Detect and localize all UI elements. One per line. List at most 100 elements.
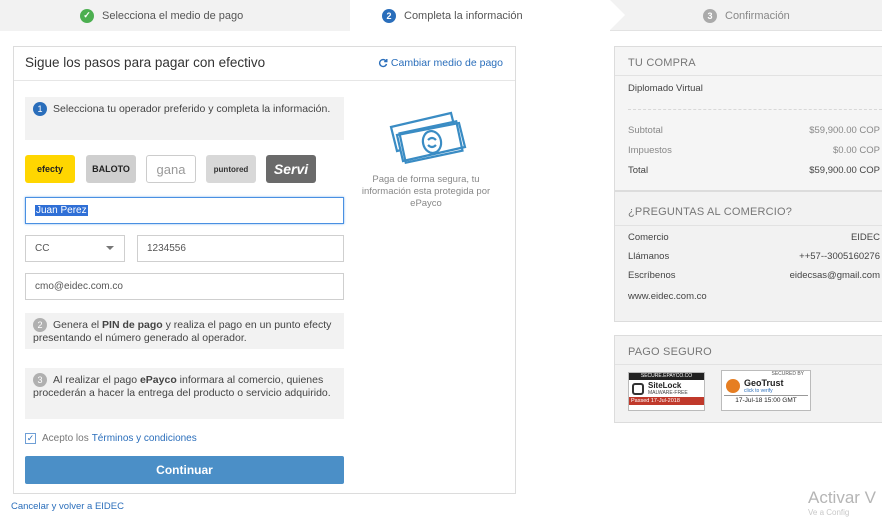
name-value: Juan Perez bbox=[35, 205, 88, 216]
checkout-progress-bar: ✓ Selecciona el medio de pago 2 Completa… bbox=[0, 0, 882, 31]
instruction-text-a: Genera el bbox=[53, 318, 103, 331]
instruction-text-a: Al realizar el pago bbox=[53, 373, 140, 386]
step-label: Selecciona el medio de pago bbox=[102, 9, 244, 22]
os-activation-watermark-sub: Ve a Config bbox=[808, 508, 850, 517]
continue-button[interactable]: Continuar bbox=[25, 456, 344, 484]
lock-icon bbox=[632, 382, 644, 395]
step-select-payment: ✓ Selecciona el medio de pago bbox=[0, 0, 350, 31]
badge-passed: Passed 17-Jul-2018 bbox=[629, 397, 704, 405]
os-activation-watermark: Activar V bbox=[808, 488, 877, 507]
operator-efecty[interactable]: efecty bbox=[25, 155, 75, 183]
row-value[interactable]: ++57--3005160276 bbox=[799, 251, 880, 262]
instruction-step-2: 2 Genera el PIN de pago y realiza el pago… bbox=[25, 313, 344, 349]
instruction-text-bold: ePayco bbox=[139, 373, 177, 386]
row-value: $59,900.00 COP bbox=[809, 125, 880, 136]
step-number: 3 bbox=[703, 8, 717, 23]
phone-row: Llámanos ++57--3005160276 bbox=[628, 251, 880, 262]
secure-payment: PAGO SEGURO SECURE.EPAYCO.CO SiteLock MA… bbox=[614, 335, 882, 423]
instruction-step-1: 1 Selecciona tu operador preferido y comp… bbox=[25, 97, 344, 140]
row-label: Subtotal bbox=[628, 125, 663, 136]
row-label: Comercio bbox=[628, 232, 669, 243]
refresh-icon bbox=[378, 58, 388, 68]
product-name: Diplomado Virtual bbox=[628, 83, 703, 94]
badge-brand: GeoTrust bbox=[744, 378, 784, 388]
operator-label: efecty bbox=[36, 164, 63, 174]
website-row: www.eidec.com.co bbox=[628, 291, 880, 302]
operator-servi[interactable]: Servi bbox=[266, 155, 316, 183]
step-label: Confirmación bbox=[725, 9, 790, 22]
email-row: Escríbenos eidecsas@gmail.com bbox=[628, 270, 880, 281]
cash-icon bbox=[389, 111, 467, 165]
secure-note: Paga de forma segura, tu información est… bbox=[361, 174, 491, 209]
badge-date: 17-Jul-18 15:00 GMT bbox=[724, 395, 808, 405]
accept-terms-row: ✓ Acepto los Términos y condiciones bbox=[25, 433, 197, 444]
name-field[interactable]: Juan Perez bbox=[25, 197, 344, 224]
document-type-value: CC bbox=[35, 243, 50, 254]
step-number-badge: 1 bbox=[33, 102, 47, 116]
merchant-contact: ¿PREGUNTAS AL COMERCIO? Comercio EIDEC L… bbox=[614, 191, 882, 322]
cash-payment-card: Sigue los pasos para pagar con efectivo … bbox=[13, 46, 516, 494]
badge-brand: SiteLock bbox=[648, 381, 682, 390]
row-value[interactable]: eidecsas@gmail.com bbox=[790, 270, 880, 281]
check-icon: ✓ bbox=[80, 8, 94, 23]
total-row: Total $59,900.00 COP bbox=[628, 165, 880, 176]
subtotal-row: Subtotal $59,900.00 COP bbox=[628, 125, 880, 136]
card-title: Sigue los pasos para pagar con efectivo bbox=[25, 55, 266, 70]
row-label: Escríbenos bbox=[628, 270, 676, 281]
step-number-badge: 2 bbox=[33, 318, 47, 332]
document-number-value: 1234556 bbox=[147, 243, 186, 254]
accept-terms-checkbox[interactable]: ✓ bbox=[25, 433, 36, 444]
operator-puntored[interactable]: puntored bbox=[206, 155, 256, 183]
instruction-text-bold: PIN de pago bbox=[102, 318, 163, 331]
product-row: Diplomado Virtual bbox=[628, 83, 880, 94]
row-label: Llámanos bbox=[628, 251, 670, 262]
purchase-summary: TU COMPRA Diplomado Virtual Subtotal $59… bbox=[614, 46, 882, 191]
change-payment-label: Cambiar medio de pago bbox=[390, 57, 503, 69]
divider bbox=[628, 109, 882, 110]
operator-label: puntored bbox=[213, 164, 249, 174]
purchase-heading: TU COMPRA bbox=[628, 57, 696, 69]
terms-link[interactable]: Términos y condiciones bbox=[92, 433, 197, 444]
website-link[interactable]: www.eidec.com.co bbox=[628, 291, 707, 302]
divider bbox=[14, 80, 515, 81]
change-payment-link[interactable]: Cambiar medio de pago bbox=[378, 57, 503, 69]
step-number-badge: 3 bbox=[33, 373, 47, 387]
sitelock-badge[interactable]: SECURE.EPAYCO.CO SiteLock MALWARE-FREE P… bbox=[628, 372, 705, 411]
operator-label: BALOTO bbox=[92, 164, 130, 174]
geotrust-badge[interactable]: SECURED BY GeoTrust click to verify 17-J… bbox=[721, 370, 811, 411]
step-number: 2 bbox=[382, 8, 396, 23]
instruction-step-3: 3 Al realizar el pago ePayco informara al… bbox=[25, 368, 344, 419]
badge-sub: click to verify bbox=[744, 388, 773, 394]
chevron-down-icon bbox=[106, 246, 114, 250]
document-type-select[interactable]: CC bbox=[25, 235, 125, 262]
operator-label: Servi bbox=[273, 161, 309, 177]
questions-heading: ¿PREGUNTAS AL COMERCIO? bbox=[628, 206, 793, 218]
merchant-row: Comercio EIDEC bbox=[628, 232, 880, 243]
row-label: Total bbox=[628, 165, 649, 176]
email-value: cmo@eidec.com.co bbox=[35, 281, 123, 292]
secure-heading: PAGO SEGURO bbox=[628, 346, 712, 358]
divider bbox=[615, 364, 882, 365]
step-complete-info: 2 Completa la información bbox=[350, 0, 625, 31]
badge-top: SECURE.EPAYCO.CO bbox=[629, 373, 704, 380]
row-value: $59,900.00 COP bbox=[809, 165, 880, 176]
operator-gana[interactable]: gana bbox=[146, 155, 196, 183]
divider bbox=[615, 75, 882, 76]
operator-baloto[interactable]: BALOTO bbox=[86, 155, 136, 183]
badge-sub: MALWARE-FREE bbox=[648, 390, 688, 396]
geotrust-logo-icon bbox=[726, 379, 740, 393]
step-confirmation: 3 Confirmación bbox=[625, 0, 882, 31]
step-label: Completa la información bbox=[404, 9, 523, 22]
instruction-text: Selecciona tu operador preferido y compl… bbox=[53, 102, 331, 115]
divider bbox=[615, 225, 882, 226]
badge-top: SECURED BY bbox=[771, 371, 804, 377]
accept-label: Acepto los bbox=[42, 433, 89, 444]
row-value: EIDEC bbox=[850, 232, 880, 243]
operator-label: gana bbox=[156, 161, 186, 177]
row-label: Impuestos bbox=[628, 145, 672, 156]
email-field[interactable]: cmo@eidec.com.co bbox=[25, 273, 344, 300]
cancel-link[interactable]: Cancelar y volver a EIDEC bbox=[11, 501, 124, 512]
row-value: $0.00 COP bbox=[833, 145, 880, 156]
taxes-row: Impuestos $0.00 COP bbox=[628, 145, 880, 156]
document-number-field[interactable]: 1234556 bbox=[137, 235, 344, 262]
